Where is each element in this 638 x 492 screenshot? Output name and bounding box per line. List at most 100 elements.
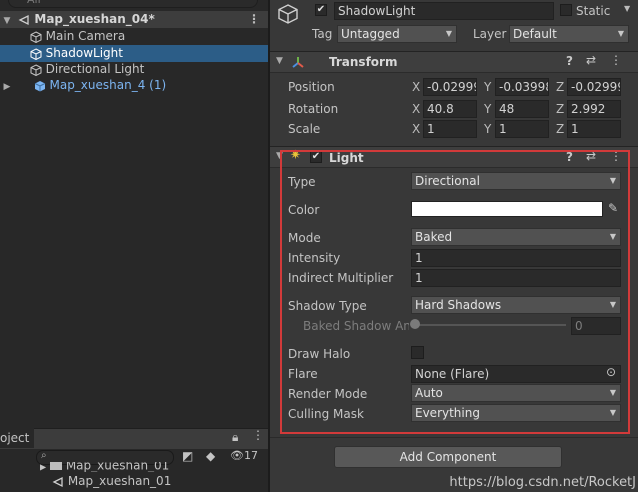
expand-arrow-icon[interactable]: ▶ (40, 463, 46, 472)
scene-file-icon (49, 462, 62, 470)
light-enabled-checkbox[interactable]: ✔ (310, 151, 322, 163)
expand-arrow-icon[interactable]: ▶ (0, 79, 14, 96)
hidden-count-icon[interactable]: 👁︎17 (230, 449, 258, 462)
project-item-label: Map_xueshan_01 (65, 462, 170, 472)
indirect-multiplier-label: Indirect Multiplier (288, 271, 394, 285)
hierarchy-item-shadowlight[interactable]: ShadowLight (0, 45, 268, 62)
baked-shadow-angle-slider-handle[interactable] (410, 319, 420, 329)
gameobject-cube-icon (30, 63, 42, 76)
watermark: https://blog.csdn.net/RocketJ (449, 475, 636, 490)
baked-shadow-angle-slider-track[interactable] (414, 324, 566, 326)
rotation-label: Rotation (288, 102, 339, 116)
object-picker-icon[interactable]: ⊙ (606, 365, 616, 379)
type-label: Type (288, 175, 316, 189)
object-name-input[interactable]: ShadowLight (334, 2, 554, 20)
scale-x-input[interactable]: 1 (423, 120, 477, 138)
help-icon[interactable]: ? (566, 150, 573, 164)
flare-label: Flare (288, 367, 318, 381)
scene-row[interactable]: ▼ Map_xueshan_04* ⋮ (0, 11, 268, 28)
gameobject-cube-icon (30, 47, 42, 60)
light-header[interactable] (270, 146, 638, 168)
hierarchy-item-label: Directional Light (45, 62, 145, 76)
tag-dropdown[interactable]: Untagged (337, 25, 457, 43)
unity-scene-icon (18, 14, 29, 25)
hierarchy-item-main-camera[interactable]: Main Camera (0, 28, 268, 45)
eyedropper-icon[interactable]: ✎ (608, 201, 618, 215)
y-axis-label: Y (484, 80, 492, 94)
draw-halo-label: Draw Halo (288, 347, 351, 361)
shadow-type-label: Shadow Type (288, 299, 367, 313)
scale-y-input[interactable]: 1 (495, 120, 549, 138)
layer-dropdown[interactable]: Default (509, 25, 629, 43)
light-title: Light (329, 151, 364, 165)
x-axis-label: X (412, 122, 421, 136)
mode-dropdown[interactable]: Baked (411, 228, 621, 246)
x-axis-label: X (412, 102, 421, 116)
unity-scene-icon (52, 476, 63, 487)
render-mode-label: Render Mode (288, 387, 368, 401)
scene-menu-icon[interactable]: ⋮ (248, 11, 260, 28)
rotation-y-input[interactable]: 48 (495, 100, 549, 118)
hierarchy-item-prefab[interactable]: ▶ Map_xueshan_4 (1) (0, 77, 268, 94)
preset-icon[interactable]: ⇄ (586, 53, 596, 67)
y-axis-label: Y (484, 102, 492, 116)
rotation-z-input[interactable]: 2.992 (567, 100, 621, 118)
hierarchy-item-label: Map_xueshan_4 (1) (49, 78, 167, 92)
baked-shadow-angle-input[interactable]: 0 (571, 317, 621, 335)
culling-mask-label: Culling Mask (288, 407, 364, 421)
culling-mask-dropdown[interactable]: Everything (411, 404, 621, 422)
z-axis-label: Z (556, 80, 565, 94)
prefab-cube-icon (34, 80, 45, 91)
baked-shadow-angle-label: Baked Shadow Angle (303, 319, 409, 333)
project-list-item[interactable]: ▶ Map_xueshan_01 (40, 462, 170, 472)
draw-halo-checkbox[interactable] (411, 346, 424, 359)
position-y-input[interactable]: -0.03998 (495, 78, 549, 96)
transform-icon (292, 57, 304, 68)
tab-project[interactable]: oject (0, 428, 34, 448)
help-icon[interactable]: ? (566, 54, 573, 68)
mode-label: Mode (288, 231, 321, 245)
transform-header[interactable] (270, 51, 638, 73)
position-z-input[interactable]: -0.02999 (567, 78, 621, 96)
position-x-input[interactable]: -0.02999 (423, 78, 477, 96)
panel-menu-icon[interactable]: ⋮ (252, 428, 264, 442)
project-item-label: Map_xueshan_01 (67, 474, 172, 488)
component-menu-icon[interactable]: ⋮ (610, 149, 622, 163)
z-axis-label: Z (556, 102, 565, 116)
expand-arrow-icon[interactable]: ▼ (276, 56, 283, 66)
x-axis-label: X (412, 80, 421, 94)
static-checkbox[interactable] (560, 4, 572, 16)
layer-label: Layer (473, 27, 507, 41)
intensity-input[interactable]: 1 (411, 249, 621, 267)
scale-z-input[interactable]: 1 (567, 120, 621, 138)
expand-arrow-icon[interactable]: ▼ (276, 151, 283, 161)
component-menu-icon[interactable]: ⋮ (610, 53, 622, 67)
hierarchy-search-input[interactable]: All (8, 0, 258, 8)
filter-type-icon[interactable]: ◩ (182, 449, 193, 463)
hidden-count-badge: 17 (243, 449, 258, 462)
search-icon: ⌕ (41, 450, 47, 461)
project-list-item[interactable]: Map_xueshan_01 (52, 474, 171, 488)
color-swatch[interactable] (411, 201, 603, 217)
flare-object-field[interactable]: None (Flare) (411, 365, 621, 383)
hierarchy-item-label: ShadowLight (45, 46, 123, 60)
indirect-multiplier-input[interactable]: 1 (411, 269, 621, 287)
transform-title: Transform (329, 55, 398, 69)
gameobject-cube-icon (278, 4, 298, 24)
hierarchy-item-directional-light[interactable]: Directional Light (0, 61, 268, 78)
label-tag-icon[interactable]: ◆ (206, 449, 215, 463)
rotation-x-input[interactable]: 40.8 (423, 100, 477, 118)
type-dropdown[interactable]: Directional (411, 172, 621, 190)
shadow-type-dropdown[interactable]: Hard Shadows (411, 296, 621, 314)
add-component-button[interactable]: Add Component (334, 446, 562, 468)
active-checkbox[interactable]: ✔ (315, 4, 327, 16)
render-mode-dropdown[interactable]: Auto (411, 384, 621, 402)
preset-icon[interactable]: ⇄ (586, 149, 596, 163)
divider (270, 437, 638, 438)
lock-icon[interactable]: 🔒︎ (232, 430, 238, 445)
tag-label: Tag (312, 27, 333, 41)
scene-name: Map_xueshan_04* (34, 12, 155, 26)
hierarchy-item-label: Main Camera (45, 29, 126, 43)
gameobject-cube-icon (30, 30, 42, 43)
static-dropdown-icon[interactable]: ▼ (624, 4, 630, 13)
